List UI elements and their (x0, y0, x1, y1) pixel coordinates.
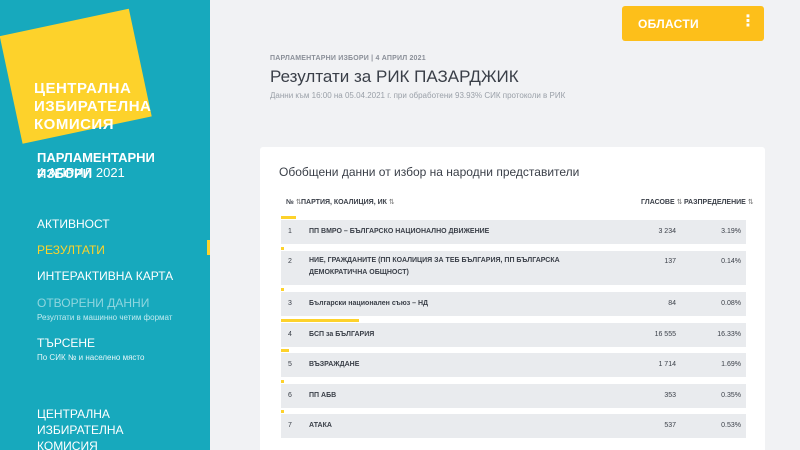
sidebar-item-interactive-map[interactable]: ИНТЕРАКТИВНА КАРТА (37, 269, 173, 283)
regions-button[interactable]: ОБЛАСТИ ⋮ (622, 6, 764, 41)
sidebar-item-search-label: ТЪРСЕНЕ (37, 336, 96, 350)
row-party: ВЪЗРАЖДАНЕ (309, 361, 360, 368)
share-bar (281, 288, 284, 291)
sidebar-item-search-sub: По СИК № и населено място (37, 353, 145, 362)
table-row[interactable]: 7 АТАКА 537 0.53% (281, 410, 746, 438)
table-row[interactable]: 6 ПП АБВ 353 0.35% (281, 380, 746, 408)
regions-button-label: ОБЛАСТИ (638, 17, 699, 31)
column-header-party[interactable]: ПАРТИЯ, КОАЛИЦИЯ, ИК ⇅ (301, 198, 395, 206)
active-nav-marker (207, 240, 210, 255)
share-bar (281, 380, 284, 383)
row-share: 3.19% (721, 228, 741, 235)
page-subtitle: Данни към 16:00 на 05.04.2021 г. при обр… (270, 91, 566, 100)
row-number: 7 (288, 422, 292, 429)
row-votes: 353 (664, 392, 676, 399)
row-share: 1.69% (721, 361, 741, 368)
row-number: 1 (288, 228, 292, 235)
row-party: БСП за БЪЛГАРИЯ (309, 331, 375, 338)
logo-line-3: КОМИСИЯ (34, 116, 114, 133)
cik-logo[interactable]: ЦЕНТРАЛНА ИЗБИРАТЕЛНА КОМИСИЯ (0, 8, 160, 144)
row-number: 3 (288, 300, 292, 307)
share-bar (281, 319, 360, 322)
sort-arrows-icon: ⇅ (676, 199, 683, 206)
row-party: ПП ВМРО – БЪЛГАРСКО НАЦИОНАЛНО ДВИЖЕНИЕ (309, 228, 490, 235)
row-party: АТАКА (309, 422, 332, 429)
row-party: ПП АБВ (309, 392, 337, 399)
row-share: 0.08% (721, 300, 741, 307)
sidebar-item-activity[interactable]: АКТИВНОСТ (37, 217, 110, 231)
table-row[interactable]: 3 Български национален съюз – НД 84 0.08% (281, 288, 746, 316)
row-votes: 3 234 (658, 228, 676, 235)
column-header-votes[interactable]: ГЛАСОВЕ ⇅ (641, 198, 683, 206)
row-votes: 1 714 (658, 361, 676, 368)
column-header-share[interactable]: РАЗПРЕДЕЛЕНИЕ ⇅ (684, 198, 754, 206)
sidebar: ЦЕНТРАЛНА ИЗБИРАТЕЛНА КОМИСИЯ ПАРЛАМЕНТА… (0, 0, 210, 450)
table-row[interactable]: 5 ВЪЗРАЖДАНЕ 1 714 1.69% (281, 349, 746, 377)
row-votes: 16 555 (654, 331, 676, 338)
share-bar (281, 349, 290, 352)
share-bar (281, 410, 284, 413)
row-votes: 137 (664, 258, 676, 265)
table-row[interactable]: 1 ПП ВМРО – БЪЛГАРСКО НАЦИОНАЛНО ДВИЖЕНИЕ… (281, 216, 746, 244)
row-votes: 537 (664, 422, 676, 429)
table-row[interactable]: 4 БСП за БЪЛГАРИЯ 16 555 16.33% (281, 319, 746, 347)
sidebar-item-open-data[interactable]: ОТВОРЕНИ ДАННИ Резултати в машинно четим… (37, 296, 172, 323)
row-number: 6 (288, 392, 292, 399)
row-party: Български национален съюз – НД (309, 300, 429, 307)
row-share: 0.53% (721, 422, 741, 429)
sort-arrows-icon: ⇅ (747, 199, 754, 206)
row-party: НИЕ, ГРАЖДАНИТЕ (ПП КОАЛИЦИЯ ЗА ТЕБ БЪЛГ… (309, 257, 560, 276)
sidebar-item-open-data-sub: Резултати в машинно четим формат (37, 313, 173, 322)
share-bar (281, 247, 284, 250)
row-number: 4 (288, 331, 292, 338)
row-number: 5 (288, 361, 292, 368)
kebab-menu-icon: ⋮ (740, 13, 756, 30)
row-share: 0.35% (721, 392, 741, 399)
row-share: 0.14% (721, 258, 741, 265)
page-title: Резултати за РИК ПАЗАРДЖИК (270, 67, 519, 86)
logo-line-2: ИЗБИРАТЕЛНА (34, 98, 152, 115)
column-header-num[interactable]: № ⇅ (286, 198, 302, 206)
row-share: 16.33% (717, 331, 741, 338)
logo-text: ЦЕНТРАЛНА ИЗБИРАТЕЛНА КОМИСИЯ (34, 80, 151, 134)
sort-arrows-icon: ⇅ (388, 199, 395, 206)
results-table-title: Обобщени данни от избор на народни предс… (279, 165, 580, 179)
sidebar-item-open-data-label: ОТВОРЕНИ ДАННИ (37, 296, 150, 310)
sidebar-footer-link[interactable]: ЦЕНТРАЛНА ИЗБИРАТЕЛНА КОМИСИЯ (37, 406, 187, 450)
row-number: 2 (288, 258, 292, 265)
row-votes: 84 (668, 300, 676, 307)
sidebar-item-search[interactable]: ТЪРСЕНЕ По СИК № и населено място (37, 336, 144, 363)
election-date: 4 АПРИЛ 2021 (37, 165, 125, 180)
share-bar (281, 216, 297, 219)
sidebar-item-results[interactable]: РЕЗУЛТАТИ (37, 243, 105, 257)
breadcrumb: ПАРЛАМЕНТАРНИ ИЗБОРИ | 4 АПРИЛ 2021 (270, 55, 426, 62)
table-row[interactable]: 2 НИЕ, ГРАЖДАНИТЕ (ПП КОАЛИЦИЯ ЗА ТЕБ БЪЛ… (281, 247, 746, 285)
results-card: Обобщени данни от избор на народни предс… (260, 147, 765, 450)
logo-line-1: ЦЕНТРАЛНА (34, 80, 132, 97)
